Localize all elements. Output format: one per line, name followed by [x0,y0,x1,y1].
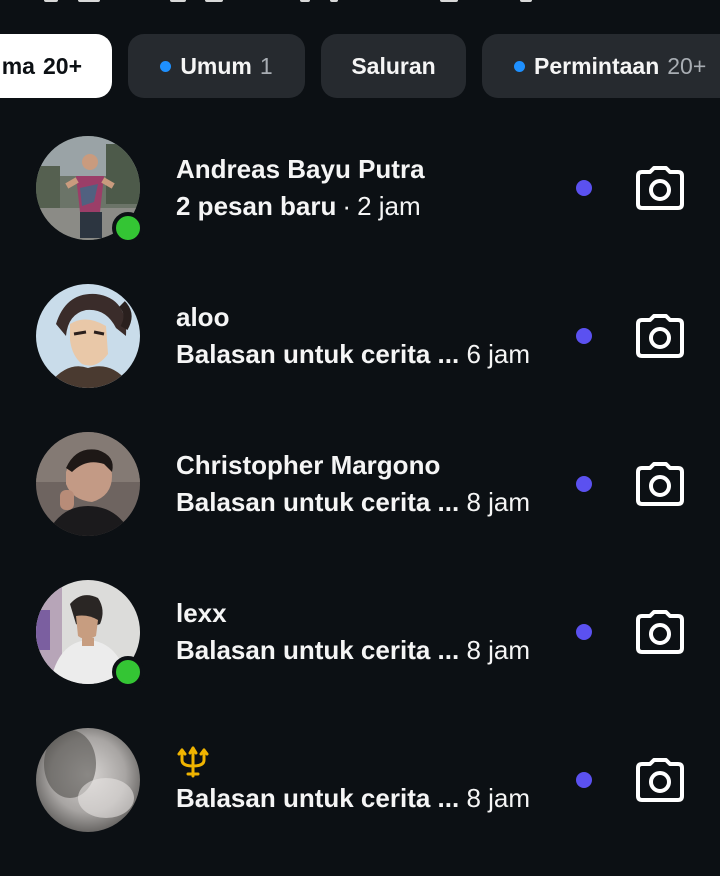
tab-label: Saluran [351,52,436,79]
tab-label: ma [1,52,35,79]
contact-name: lexx [176,598,227,628]
message-preview: Balasan untuk cerita ... [176,635,460,665]
message-meta: 2 pesan baru · 2 jam [176,191,421,222]
unread-dot-icon [576,772,592,788]
trident-emoji-icon [177,746,209,778]
camera-icon[interactable] [636,758,684,802]
conversation-row[interactable]: Andreas Bayu Putra 2 pesan baru · 2 jam [0,136,720,284]
tab-dot-icon [514,60,525,72]
contact-name: aloo [176,302,230,332]
conversation-row[interactable]: lexx Balasan untuk cerita ... 8 jam [0,580,720,728]
avatar[interactable] [36,432,140,536]
contact-name: Andreas Bayu Putra [176,154,425,184]
timestamp: 2 jam [357,191,421,221]
message-meta: Balasan untuk cerita ... 8 jam [176,635,530,666]
timestamp: 8 jam [466,635,531,665]
unread-dot-icon [576,180,592,196]
tab-semua[interactable]: ma 20+ [0,34,112,98]
message-preview: Balasan untuk cerita ... [176,339,460,369]
tab-dot-icon [160,60,172,72]
tab-count: 20+ [667,52,707,79]
online-indicator [112,656,144,688]
tab-count: 1 [259,52,273,79]
tab-permintaan[interactable]: Permintaan 20+ [482,34,720,98]
tab-label: Permintaan [534,52,660,79]
timestamp: 8 jam [466,783,531,813]
conversation-row[interactable]: Christopher Margono Balasan untuk cerita… [0,432,720,580]
message-meta: Balasan untuk cerita ... 6 jam [176,339,530,370]
conversation-row[interactable]: Balasan untuk cerita ... 8 jam [0,728,720,876]
online-indicator [112,212,144,244]
message-meta: Balasan untuk cerita ... 8 jam [176,487,530,518]
conversation-row[interactable]: aloo Balasan untuk cerita ... 6 jam [0,284,720,432]
unread-dot-icon [576,328,592,344]
tab-label: Umum [180,52,252,79]
message-preview: Balasan untuk cerita ... [176,783,460,813]
unread-dot-icon [576,624,592,640]
tab-count: 20+ [42,52,82,79]
separator: · [342,191,352,221]
camera-icon[interactable] [636,462,684,506]
timestamp: 8 jam [466,487,531,517]
unread-dot-icon [576,476,592,492]
anime-avatar[interactable] [36,284,140,388]
tab-saluran[interactable]: Saluran [321,34,466,98]
camera-icon[interactable] [636,166,684,210]
contact-name: Christopher Margono [176,450,441,480]
status-bar-remnant [0,0,720,8]
filter-tabs: ma 20+ Umum 1 Saluran Permintaan 20+ [0,34,720,98]
message-preview: Balasan untuk cerita ... [176,487,460,517]
message-preview: 2 pesan baru [176,191,337,221]
timestamp: 6 jam [466,339,531,369]
message-meta: Balasan untuk cerita ... 8 jam [176,783,530,814]
camera-icon[interactable] [636,610,684,654]
tab-umum[interactable]: Umum 1 [128,34,305,98]
blurred-avatar[interactable] [36,728,140,832]
camera-icon[interactable] [636,314,684,358]
